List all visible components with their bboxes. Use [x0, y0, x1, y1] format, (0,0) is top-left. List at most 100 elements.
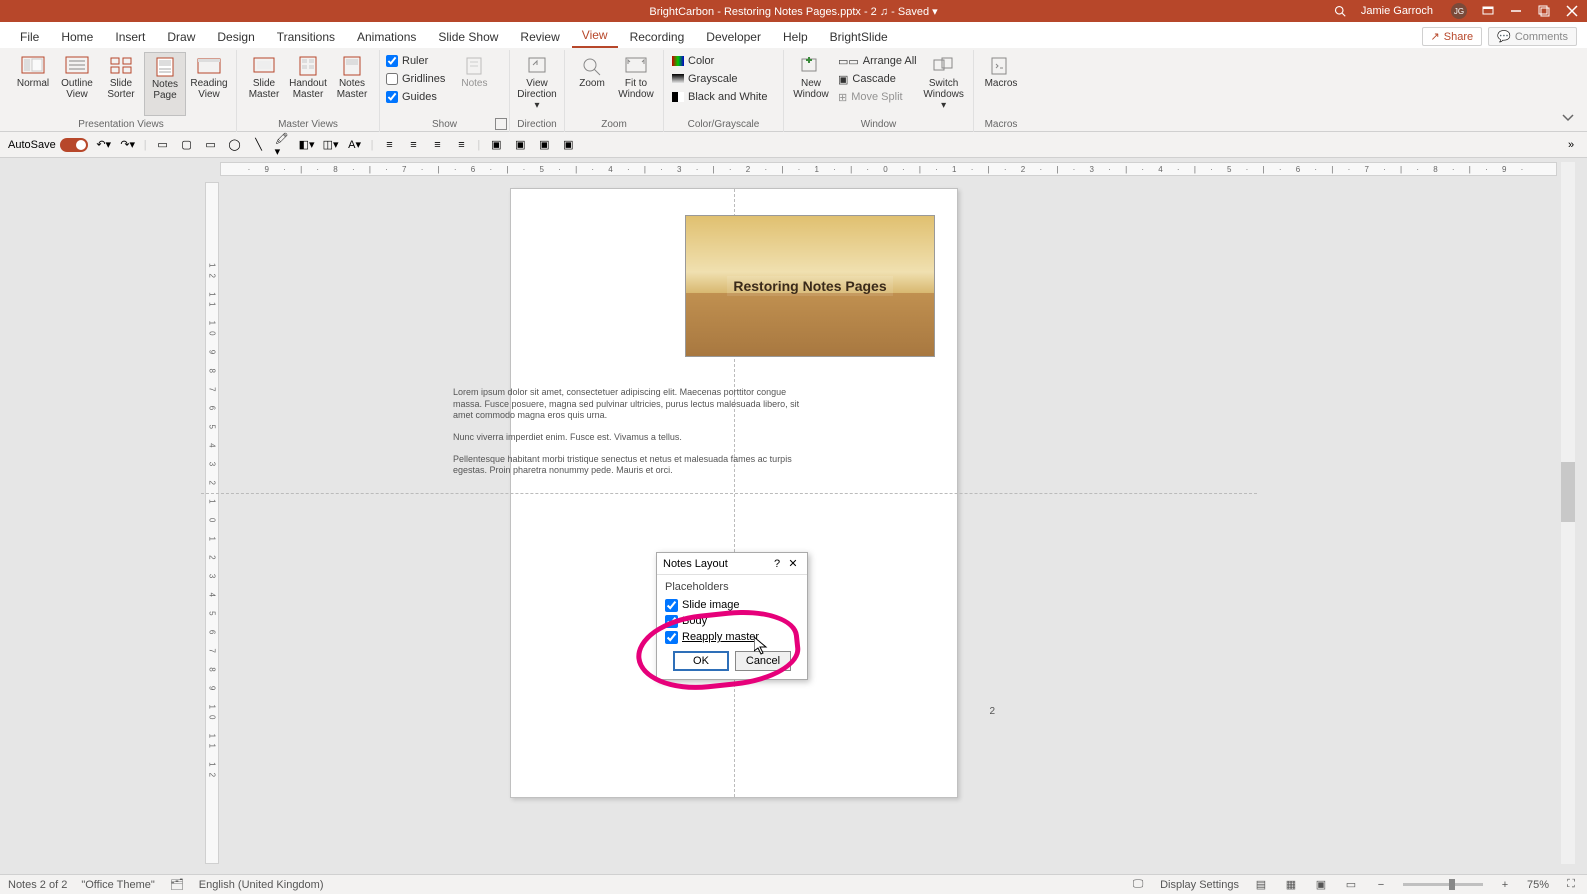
notes-page-button[interactable]: Notes Page [144, 52, 186, 116]
share-button[interactable]: ↗Share [1422, 27, 1483, 46]
ruler-checkbox[interactable]: Ruler [386, 52, 445, 70]
tab-insert[interactable]: Insert [105, 26, 155, 48]
theme-name[interactable]: "Office Theme" [81, 879, 154, 891]
zoom-in-icon[interactable]: + [1497, 878, 1513, 892]
cancel-button[interactable]: Cancel [735, 651, 791, 671]
qat-shape-1-icon[interactable]: ▭ [155, 137, 171, 153]
minimize-icon[interactable] [1509, 4, 1523, 18]
user-name[interactable]: Jamie Garroch [1361, 5, 1433, 17]
notes-count[interactable]: Notes 2 of 2 [8, 879, 67, 891]
zoom-percent[interactable]: 75% [1527, 879, 1549, 891]
qat-align-right-icon[interactable]: ≡ [429, 137, 445, 153]
cascade-button[interactable]: ▣Cascade [836, 70, 919, 88]
dialog-help-icon[interactable]: ? [769, 558, 785, 570]
sorter-view-icon[interactable]: ▦ [1283, 878, 1299, 892]
notes-page[interactable]: Restoring Notes Pages Lorem ipsum dolor … [510, 188, 958, 798]
ruler-vertical[interactable]: 12 11 10 9 8 7 6 5 4 3 2 1 0 1 2 3 4 5 6… [205, 182, 219, 864]
qat-outline-icon[interactable]: ◫▾ [323, 137, 339, 153]
reading-view-icon[interactable]: ▣ [1313, 878, 1329, 892]
undo-icon[interactable]: ↶▾ [96, 137, 112, 153]
qat-line-icon[interactable]: ╲ [251, 137, 267, 153]
reading-view-button[interactable]: Reading View [188, 52, 230, 116]
grayscale-button[interactable]: Grayscale [670, 70, 777, 88]
slide-master-button[interactable]: Slide Master [243, 52, 285, 116]
qat-fill-icon[interactable]: ◧▾ [299, 137, 315, 153]
qat-shape-3-icon[interactable]: ▭ [203, 137, 219, 153]
autosave-switch-icon [60, 138, 88, 152]
slide-image-placeholder[interactable]: Restoring Notes Pages [685, 215, 935, 357]
qat-align-justify-icon[interactable]: ≡ [453, 137, 469, 153]
zoom-slider[interactable] [1403, 883, 1483, 886]
tab-animations[interactable]: Animations [347, 26, 426, 48]
close-icon[interactable] [1565, 4, 1579, 18]
qat-font-color-icon[interactable]: A▾ [347, 137, 363, 153]
tab-developer[interactable]: Developer [696, 26, 771, 48]
slideshow-view-icon[interactable]: ▭ [1343, 878, 1359, 892]
maximize-icon[interactable] [1537, 4, 1551, 18]
reapply-master-checkbox[interactable]: Reapply master [665, 629, 799, 645]
tab-file[interactable]: File [10, 26, 49, 48]
handout-master-button[interactable]: Handout Master [287, 52, 329, 116]
avatar[interactable]: JG [1451, 3, 1467, 19]
search-icon[interactable] [1333, 4, 1347, 18]
view-direction-button[interactable]: View Direction ▾ [516, 52, 558, 116]
comments-button[interactable]: 💬Comments [1488, 27, 1577, 46]
display-settings-icon[interactable]: 🖵 [1130, 878, 1146, 892]
tab-home[interactable]: Home [51, 26, 103, 48]
color-button[interactable]: Color [670, 52, 777, 70]
tab-transitions[interactable]: Transitions [267, 26, 345, 48]
scrollbar-vertical[interactable] [1561, 162, 1575, 864]
gridlines-checkbox[interactable]: Gridlines [386, 70, 445, 88]
slide-image-checkbox[interactable]: Slide image [665, 597, 799, 613]
qat-ungroup-icon[interactable]: ▣ [512, 137, 528, 153]
tab-brightslide[interactable]: BrightSlide [820, 26, 898, 48]
fit-window-icon[interactable]: ⛶ [1563, 878, 1579, 892]
redo-icon[interactable]: ↷▾ [120, 137, 136, 153]
qat-group-icon[interactable]: ▣ [488, 137, 504, 153]
dialog-close-icon[interactable]: ✕ [785, 557, 801, 570]
normal-view-button[interactable]: Normal [12, 52, 54, 116]
zoom-button[interactable]: Zoom [571, 52, 613, 116]
normal-view-icon[interactable]: ▤ [1253, 878, 1269, 892]
qat-align-center-icon[interactable]: ≡ [405, 137, 421, 153]
qat-bring-front-icon[interactable]: ▣ [536, 137, 552, 153]
group-window: New Window ▭▭Arrange All ▣Cascade ⊞Move … [784, 50, 974, 132]
tab-review[interactable]: Review [510, 26, 569, 48]
outline-view-button[interactable]: Outline View [56, 52, 98, 116]
bw-button[interactable]: Black and White [670, 88, 777, 106]
qat-shape-2-icon[interactable]: ▢ [179, 137, 195, 153]
ruler-horizontal[interactable]: · 9 · | · 8 · | · 7 · | · 6 · | · 5 · | … [220, 162, 1557, 176]
ribbon-display-options-icon[interactable] [1481, 4, 1495, 18]
slide-sorter-button[interactable]: Slide Sorter [100, 52, 142, 116]
autosave-toggle[interactable]: AutoSave [8, 138, 88, 152]
macros-button[interactable]: Macros [980, 52, 1022, 116]
ok-button[interactable]: OK [673, 651, 729, 671]
tab-help[interactable]: Help [773, 26, 818, 48]
qat-oval-icon[interactable]: ◯ [227, 137, 243, 153]
dialog-title: Notes Layout [663, 558, 769, 570]
arrange-all-button[interactable]: ▭▭Arrange All [836, 52, 919, 70]
guides-checkbox[interactable]: Guides [386, 88, 445, 106]
body-checkbox[interactable]: Body [665, 613, 799, 629]
qat-send-back-icon[interactable]: ▣ [560, 137, 576, 153]
tab-recording[interactable]: Recording [620, 26, 695, 48]
qat-align-left-icon[interactable]: ≡ [381, 137, 397, 153]
scrollbar-thumb[interactable] [1561, 462, 1575, 522]
display-settings[interactable]: Display Settings [1160, 879, 1239, 891]
language[interactable]: English (United Kingdom) [199, 879, 324, 891]
switch-windows-button[interactable]: Switch Windows ▾ [923, 52, 965, 116]
new-window-button[interactable]: New Window [790, 52, 832, 116]
dialog-titlebar[interactable]: Notes Layout ? ✕ [657, 553, 807, 575]
collapse-ribbon-icon[interactable] [1561, 113, 1577, 125]
qat-highlight-icon[interactable]: 🖍▾ [275, 137, 291, 153]
qat-overflow-icon[interactable]: » [1563, 137, 1579, 153]
tab-view[interactable]: View [572, 24, 618, 48]
fit-to-window-button[interactable]: Fit to Window [615, 52, 657, 116]
tab-design[interactable]: Design [207, 26, 264, 48]
notes-body-placeholder[interactable]: Lorem ipsum dolor sit amet, consectetuer… [453, 387, 803, 487]
tab-slideshow[interactable]: Slide Show [428, 26, 508, 48]
zoom-out-icon[interactable]: − [1373, 878, 1389, 892]
notes-master-button[interactable]: Notes Master [331, 52, 373, 116]
spellcheck-icon[interactable]: 🗂 [169, 878, 185, 892]
tab-draw[interactable]: Draw [157, 26, 205, 48]
